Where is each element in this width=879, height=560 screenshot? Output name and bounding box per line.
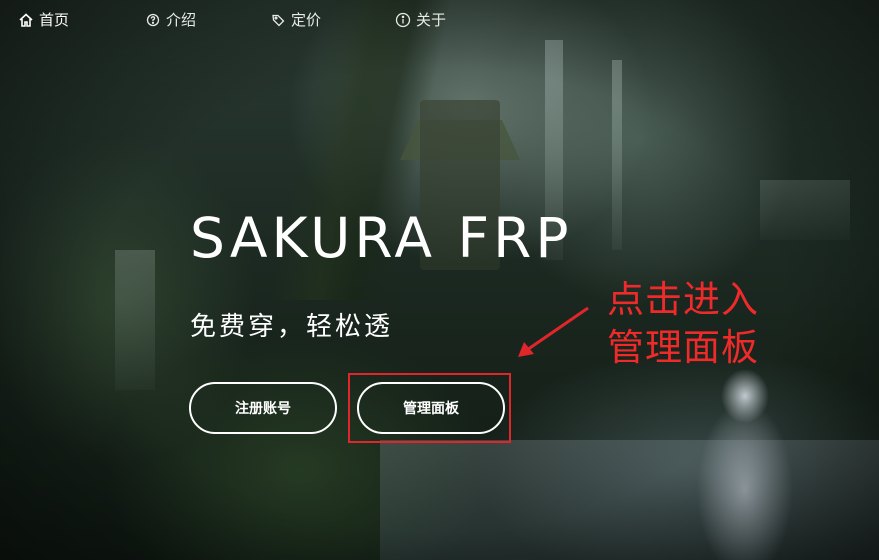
annotation-arrow: [518, 306, 589, 357]
annotation-text: 点击进入 管理面板: [607, 276, 759, 372]
dashboard-button[interactable]: 管理面板: [357, 382, 505, 434]
question-circle-icon: [145, 12, 161, 28]
home-icon: [18, 12, 34, 28]
page: 首页 介绍 定价 关于 SAKURA FRP 免费穿，轻松透 注册账号 管理面板…: [0, 0, 879, 560]
nav-item-label: 介绍: [166, 11, 197, 29]
annotation-line-1: 点击进入: [607, 278, 759, 321]
nav-item-home[interactable]: 首页: [18, 9, 69, 30]
nav-item-intro[interactable]: 介绍: [145, 9, 196, 30]
nav-item-label: 关于: [416, 11, 447, 29]
nav-item-label: 定价: [291, 11, 322, 29]
annotation-line-2: 管理面板: [607, 326, 759, 369]
nav-item-pricing[interactable]: 定价: [270, 9, 321, 30]
nav-item-label: 首页: [39, 11, 70, 29]
tag-icon: [270, 12, 286, 28]
hero-subtitle: 免费穿，轻松透: [190, 312, 394, 342]
info-circle-icon: [395, 12, 411, 28]
nav-item-about[interactable]: 关于: [395, 9, 446, 30]
register-button[interactable]: 注册账号: [189, 382, 337, 434]
hero-title: SAKURA FRP: [190, 206, 573, 270]
